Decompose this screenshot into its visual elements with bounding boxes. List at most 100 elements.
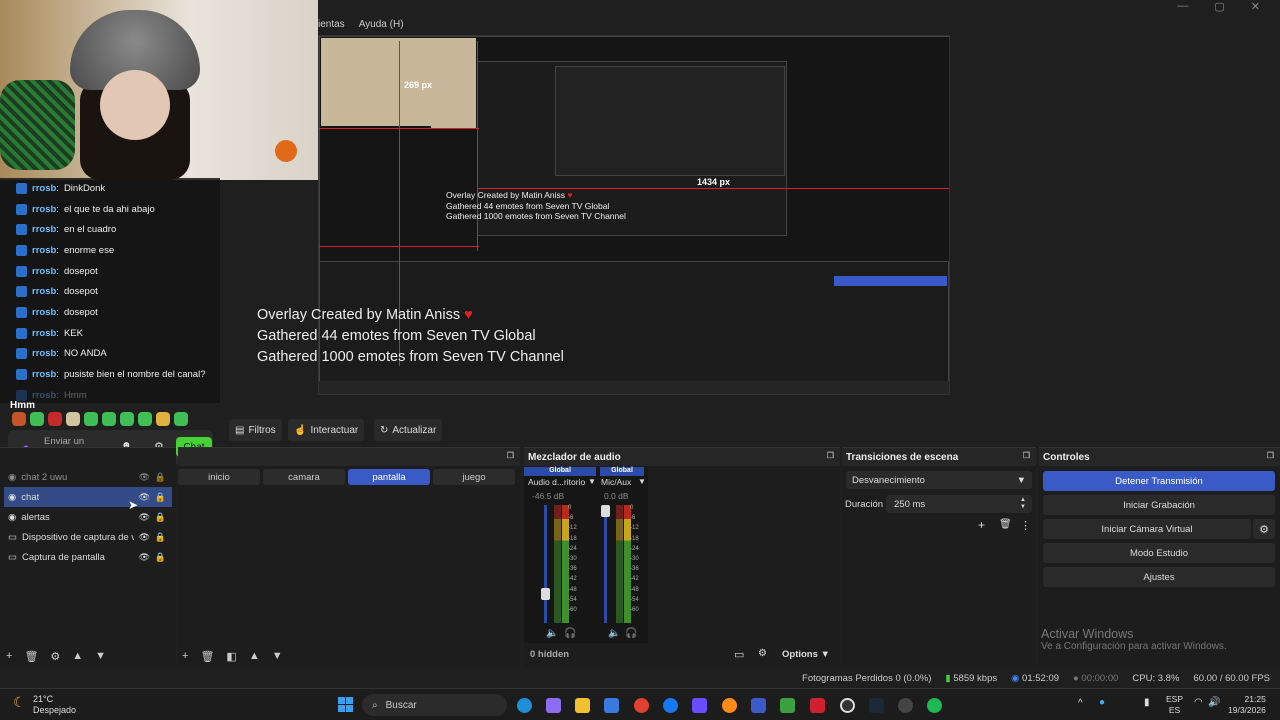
minecraft-icon[interactable]	[780, 698, 795, 713]
store-icon[interactable]	[604, 698, 619, 713]
minimize-icon[interactable]: —	[1177, 0, 1188, 13]
volume-fader[interactable]	[601, 505, 610, 517]
pop-out-icon[interactable]: ❐	[1267, 451, 1274, 460]
scene-item[interactable]: pantalla	[348, 469, 430, 485]
start-virtual-camera-button[interactable]: Iniciar Cámara Virtual	[1043, 519, 1251, 539]
weather-widget[interactable]: 21°C Despejado	[33, 694, 76, 716]
spotify-icon[interactable]	[927, 698, 942, 713]
chevron-up-icon[interactable]: ^	[1078, 698, 1083, 709]
volume-icon[interactable]: 🔊	[1208, 697, 1220, 708]
chat-username[interactable]: rrosb	[32, 204, 56, 215]
source-properties-icon[interactable]: ⚙	[50, 650, 60, 663]
scene-filter-icon[interactable]: ◧	[226, 650, 236, 663]
edge-icon[interactable]	[517, 698, 532, 713]
studio-mode-button[interactable]: Modo Estudio	[1043, 543, 1275, 563]
wifi-icon[interactable]: ◠	[1194, 697, 1203, 708]
scene-down-icon[interactable]: ▼	[272, 650, 283, 663]
mixer-options-button[interactable]: Options ▼	[782, 649, 830, 660]
interact-button[interactable]: ☝ Interactuar	[288, 419, 365, 441]
chat-username[interactable]: rrosb	[32, 245, 56, 256]
eye-icon[interactable]: 👁	[139, 492, 150, 503]
volume-fader[interactable]	[541, 587, 550, 600]
chat-username[interactable]: rrosb	[32, 307, 56, 318]
source-item[interactable]: ▭ Dispositivo de captura de vid 👁 🔒	[4, 527, 172, 547]
eye-icon[interactable]: 👁	[139, 512, 150, 523]
refresh-button[interactable]: ↻ Actualizar	[374, 419, 443, 441]
scene-item[interactable]: juego	[433, 469, 515, 485]
maximize-icon[interactable]: ▢	[1214, 0, 1224, 13]
duration-input[interactable]: 250 ms ▲ ▼	[886, 495, 1032, 513]
language-indicator[interactable]: ESP ES	[1166, 694, 1183, 716]
lock-icon[interactable]: 🔒	[155, 552, 166, 563]
start-recording-button[interactable]: Iniciar Grabación	[1043, 495, 1275, 515]
source-item[interactable]: ◉ alertas 👁 🔒	[4, 507, 172, 527]
filters-button[interactable]: ▤ Filtros	[229, 419, 282, 441]
taskbar-search[interactable]: ⌕ Buscar	[362, 694, 507, 716]
eye-icon[interactable]: 👁	[139, 472, 150, 483]
source-item[interactable]: ◉ chat 2 uwu 👁 🔒	[4, 467, 172, 487]
add-source-icon[interactable]: +	[6, 650, 12, 663]
app-icon[interactable]	[722, 698, 737, 713]
close-icon[interactable]: ✕	[1251, 0, 1260, 13]
pop-out-icon[interactable]: ❐	[827, 451, 834, 460]
channel-menu-icon[interactable]: ▼	[588, 477, 596, 486]
hidden-count[interactable]: 0 hidden	[530, 649, 569, 660]
lock-icon[interactable]: 🔒	[155, 492, 166, 503]
headphones-icon[interactable]: 🎧	[625, 628, 637, 639]
gear-icon[interactable]: ⚙	[1253, 519, 1275, 539]
channel-menu-icon[interactable]: ▼	[638, 477, 646, 486]
add-transition-icon[interactable]: +	[978, 518, 985, 532]
headphones-icon[interactable]: 🎧	[564, 628, 576, 639]
remove-transition-icon[interactable]: 🗑	[999, 519, 1012, 530]
app-icon[interactable]	[810, 698, 825, 713]
chat-username[interactable]: rrosb	[32, 286, 56, 297]
scene-up-icon[interactable]: ▲	[249, 650, 260, 663]
add-scene-icon[interactable]: +	[182, 650, 188, 663]
app-icon[interactable]	[692, 698, 707, 713]
more-options-icon[interactable]: ⋮	[1020, 519, 1031, 532]
obs-icon[interactable]	[840, 698, 855, 713]
pop-out-icon[interactable]: ❐	[507, 451, 514, 460]
scene-item[interactable]: camara	[263, 469, 345, 485]
menu-item-help[interactable]: Ayuda (H)	[359, 19, 404, 30]
copilot-icon[interactable]	[546, 698, 561, 713]
chat-username[interactable]: rrosb	[32, 266, 56, 277]
app-icon[interactable]	[751, 698, 766, 713]
chat-username[interactable]: rrosb	[32, 390, 56, 401]
mixer-settings-icon[interactable]: ⚙	[758, 648, 767, 659]
pop-out-icon[interactable]: ❐	[1023, 451, 1030, 460]
eye-icon[interactable]: 👁	[139, 532, 150, 543]
windows-start-icon[interactable]	[338, 697, 353, 712]
move-down-icon[interactable]: ▼	[95, 650, 106, 663]
steam-icon[interactable]	[869, 698, 884, 713]
speaker-icon[interactable]: 🔈	[608, 628, 620, 639]
remove-scene-icon[interactable]: 🗑	[200, 650, 214, 663]
menu-item-tools[interactable]: ientas	[318, 19, 345, 30]
lock-icon[interactable]: 🔒	[155, 532, 166, 543]
chat-username[interactable]: rrosb	[32, 224, 56, 235]
tray-mic-icon[interactable]: ▮	[1144, 697, 1150, 708]
tray-icon[interactable]: ●	[1099, 697, 1105, 708]
transition-select[interactable]: Desvanecimiento ▼	[846, 471, 1032, 489]
chat-username[interactable]: rrosb	[32, 348, 56, 359]
settings-button[interactable]: Ajustes	[1043, 567, 1275, 587]
stop-streaming-button[interactable]: Detener Transmisión	[1043, 471, 1275, 491]
app-icon[interactable]	[898, 698, 913, 713]
move-up-icon[interactable]: ▲	[72, 650, 83, 663]
remove-source-icon[interactable]: 🗑	[24, 650, 38, 663]
chrome-icon[interactable]	[634, 698, 649, 713]
scene-item[interactable]: inicio	[178, 469, 260, 485]
mixer-layout-icon[interactable]: ▭	[734, 648, 744, 661]
source-item[interactable]: ◉ chat 👁 🔒	[4, 487, 172, 507]
eye-icon[interactable]: 👁	[139, 552, 150, 563]
speaker-icon[interactable]: 🔈	[546, 628, 558, 639]
lock-icon[interactable]: 🔒	[155, 512, 166, 523]
lock-icon[interactable]: 🔒	[155, 472, 166, 483]
clock[interactable]: 21:25 19/3/2026	[1228, 694, 1266, 716]
chat-username[interactable]: rrosb	[32, 369, 56, 380]
chat-username[interactable]: rrosb	[32, 328, 56, 339]
file-explorer-icon[interactable]	[575, 698, 590, 713]
facebook-icon[interactable]	[663, 698, 678, 713]
source-item[interactable]: ▭ Captura de pantalla 👁 🔒	[4, 547, 172, 567]
chat-username[interactable]: rrosb	[32, 183, 56, 194]
